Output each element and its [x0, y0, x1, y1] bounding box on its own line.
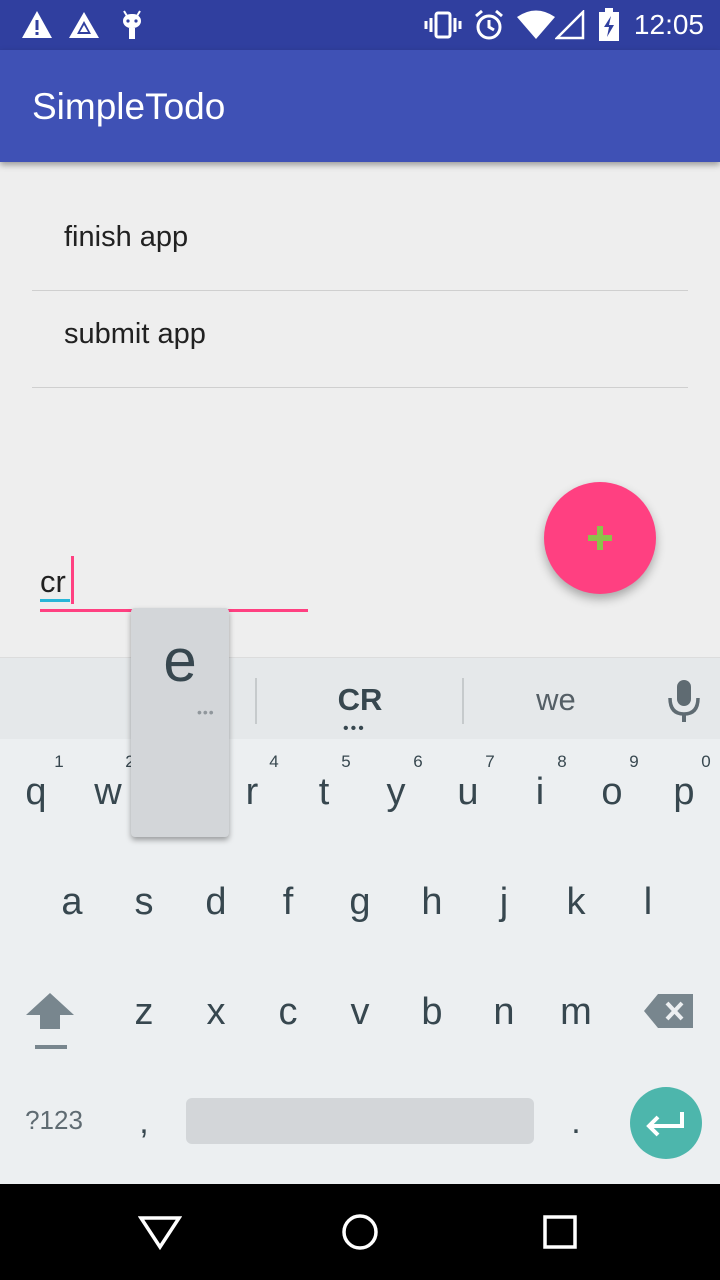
- app-bar: SimpleTodo: [0, 50, 720, 162]
- list-item-text: submit app: [64, 318, 206, 350]
- shift-icon[interactable]: [22, 991, 78, 1055]
- clock-time: 12:05: [633, 9, 704, 40]
- back-icon[interactable]: [130, 1202, 190, 1262]
- key-t[interactable]: t: [288, 771, 360, 814]
- key-s[interactable]: s: [108, 881, 180, 924]
- key-p[interactable]: p: [648, 771, 720, 814]
- key-hint: 8: [557, 752, 567, 771]
- vibrate-icon: [424, 8, 462, 42]
- suggestion-strip: CR ••• we: [0, 657, 720, 739]
- key-g[interactable]: g: [324, 881, 396, 924]
- recents-icon[interactable]: [530, 1202, 590, 1262]
- key-hint: 4: [269, 752, 279, 771]
- key-j[interactable]: j: [468, 881, 540, 924]
- wifi-icon: [516, 8, 556, 42]
- soft-keyboard: CR ••• we 1 2 3 4 5 6 7 8 9 0 q w e r t …: [0, 657, 720, 1184]
- key-y[interactable]: y: [360, 771, 432, 814]
- list-item[interactable]: finish app: [32, 194, 688, 291]
- symbols-key[interactable]: ?123: [14, 1105, 94, 1136]
- apps-icon: [66, 8, 102, 42]
- key-o[interactable]: o: [576, 771, 648, 814]
- list-item[interactable]: submit app: [32, 291, 688, 388]
- status-bar: 12:05: [0, 0, 720, 50]
- enter-button[interactable]: [630, 1087, 702, 1159]
- key-f[interactable]: f: [252, 881, 324, 924]
- key-k[interactable]: k: [540, 881, 612, 924]
- key-hint: 1: [54, 752, 64, 771]
- suggestion-secondary[interactable]: we: [468, 682, 644, 718]
- text-cursor: [71, 556, 74, 604]
- popup-letter: e: [163, 627, 197, 694]
- key-q[interactable]: q: [0, 771, 72, 814]
- divider: [462, 678, 464, 724]
- comma-key[interactable]: ,: [108, 1103, 180, 1142]
- battery-charging-icon: [596, 8, 622, 42]
- backspace-icon[interactable]: [642, 991, 696, 1031]
- navigation-bar: [0, 1184, 720, 1280]
- key-u[interactable]: u: [432, 771, 504, 814]
- key-preview-popup: e •••: [131, 608, 229, 837]
- key-m[interactable]: m: [540, 991, 612, 1034]
- warning-icon: [20, 8, 54, 42]
- key-d[interactable]: d: [180, 881, 252, 924]
- new-item-input[interactable]: cr: [40, 556, 308, 612]
- enter-icon: [646, 1112, 684, 1137]
- key-i[interactable]: i: [504, 771, 576, 814]
- key-c[interactable]: c: [252, 991, 324, 1034]
- more-keys-dots: •••: [197, 704, 215, 720]
- key-a[interactable]: a: [36, 881, 108, 924]
- key-hint: 7: [485, 752, 495, 771]
- plus-icon: [588, 526, 612, 550]
- android-debug-icon: [116, 8, 148, 42]
- key-h[interactable]: h: [396, 881, 468, 924]
- page-title: SimpleTodo: [32, 86, 226, 127]
- divider: [255, 678, 257, 724]
- key-hint: 6: [413, 752, 423, 771]
- key-z[interactable]: z: [108, 991, 180, 1034]
- composing-underline: [40, 599, 70, 602]
- home-icon[interactable]: [330, 1202, 390, 1262]
- key-n[interactable]: n: [468, 991, 540, 1034]
- key-v[interactable]: v: [324, 991, 396, 1034]
- more-suggestions-dots: •••: [343, 720, 366, 737]
- key-x[interactable]: x: [180, 991, 252, 1034]
- input-value: cr: [40, 564, 66, 599]
- key-b[interactable]: b: [396, 991, 468, 1034]
- microphone-icon[interactable]: [664, 678, 704, 724]
- key-hint: 0: [701, 752, 711, 771]
- key-hint: 5: [341, 752, 351, 771]
- cell-signal-icon: [554, 8, 586, 42]
- list-item-text: finish app: [64, 221, 189, 253]
- suggestion-primary[interactable]: CR: [262, 682, 458, 718]
- add-item-button[interactable]: [544, 482, 656, 594]
- alarm-icon: [472, 8, 506, 42]
- space-bar[interactable]: [186, 1098, 534, 1144]
- key-l[interactable]: l: [612, 881, 684, 924]
- period-key[interactable]: .: [540, 1103, 612, 1142]
- key-hint: 9: [629, 752, 639, 771]
